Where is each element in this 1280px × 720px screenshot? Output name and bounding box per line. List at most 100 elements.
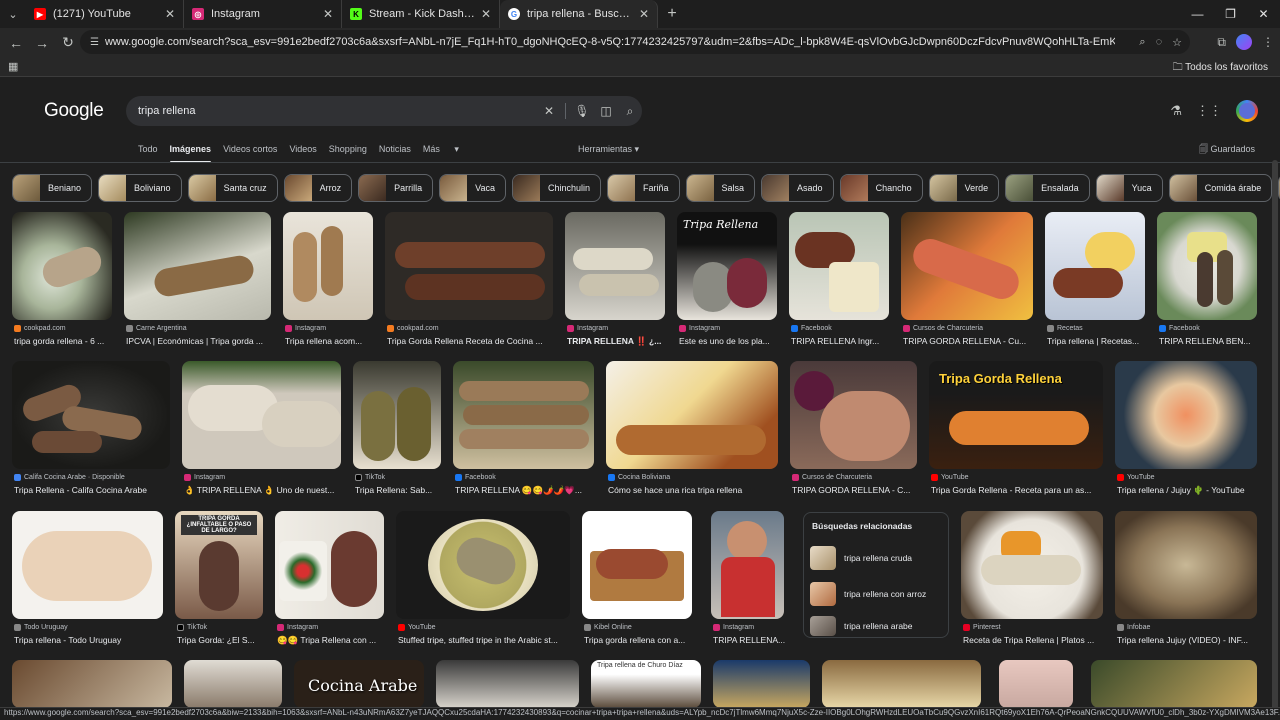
related-search-item[interactable]: tripa rellena cruda <box>808 544 946 572</box>
chip[interactable]: Vaca <box>439 174 506 202</box>
result-caption[interactable]: TRIPA RELLENA... <box>713 635 786 645</box>
chip[interactable]: Ensalada <box>1005 174 1090 202</box>
result-thumbnail[interactable] <box>1045 212 1145 320</box>
result-caption[interactable]: TRIPA GORDA RELLENA - Cu... <box>903 336 1035 346</box>
tab-instagram[interactable]: ◎ Instagram ✕ <box>184 0 342 28</box>
close-window-button[interactable]: ✕ <box>1247 0 1280 28</box>
result-thumbnail[interactable]: Tripa Gorda Rellena <box>929 361 1103 469</box>
result-thumbnail[interactable] <box>1157 212 1257 320</box>
result-thumbnail[interactable] <box>436 660 579 708</box>
lens-icon[interactable]: ◫ <box>594 104 618 118</box>
tab-mas[interactable]: Más ▾ <box>423 144 459 155</box>
result-thumbnail[interactable]: TRIPA GORDA ¿INFALTABLE O PASO DE LARGO? <box>175 511 263 619</box>
result-source[interactable]: Instagram <box>567 325 608 332</box>
result-thumbnail[interactable] <box>275 511 384 619</box>
result-thumbnail[interactable] <box>901 212 1033 320</box>
scrollbar[interactable] <box>1272 160 1278 708</box>
search-icon[interactable]: ⌕ <box>618 104 642 119</box>
tab-videos-cortos[interactable]: Videos cortos <box>223 144 277 155</box>
result-caption[interactable]: Tripa rellena / Jujuy 🌵 - YouTube <box>1117 485 1259 496</box>
result-thumbnail[interactable] <box>606 361 778 469</box>
result-source[interactable]: YouTube <box>398 624 436 631</box>
google-logo[interactable]: Google <box>44 100 104 122</box>
zoom-icon[interactable]: ⌕ <box>1139 36 1145 49</box>
result-source[interactable]: Califa Cocina Arabe · Disponible <box>14 474 125 481</box>
chip[interactable]: Chancho <box>839 174 923 202</box>
result-source[interactable]: Instagram <box>679 325 720 332</box>
result-thumbnail[interactable] <box>789 212 889 320</box>
result-source[interactable]: cookpad.com <box>14 325 66 332</box>
new-tab-button[interactable]: + <box>658 5 686 23</box>
result-caption[interactable]: Tripa Rellena - Califa Cocina Arabe <box>14 485 172 495</box>
result-source[interactable]: Facebook <box>455 474 496 481</box>
star-icon[interactable]: ☆ <box>1172 36 1182 49</box>
result-thumbnail[interactable] <box>822 660 981 708</box>
result-thumbnail[interactable] <box>396 511 570 619</box>
result-thumbnail[interactable] <box>353 361 441 469</box>
tab-todo[interactable]: Todo <box>138 144 158 155</box>
chip[interactable]: Beniano <box>12 174 93 202</box>
result-source[interactable]: Kibel Online <box>584 624 632 631</box>
result-source[interactable]: YouTube <box>1117 474 1155 481</box>
result-source[interactable]: Pinterest <box>963 624 1001 631</box>
chip[interactable]: Verde <box>928 174 1000 202</box>
tab-noticias[interactable]: Noticias <box>379 144 411 155</box>
tab-shopping[interactable]: Shopping <box>329 144 367 155</box>
result-thumbnail[interactable] <box>12 361 170 469</box>
clear-icon[interactable]: ✕ <box>537 104 561 118</box>
result-source[interactable]: Instagram <box>713 624 754 631</box>
site-info-icon[interactable]: ☰ <box>90 37 99 48</box>
result-source[interactable]: YouTube <box>931 474 969 481</box>
close-icon[interactable]: ✕ <box>481 7 491 21</box>
result-thumbnail[interactable] <box>565 212 665 320</box>
result-caption[interactable]: tripa gorda rellena - 6 ... <box>14 336 114 346</box>
address-bar[interactable]: ☰ www.google.com/search?sca_esv=991e2bed… <box>80 30 1190 54</box>
result-thumbnail[interactable] <box>453 361 594 469</box>
result-thumbnail[interactable] <box>385 212 553 320</box>
chip[interactable]: Santa cruz <box>187 174 278 202</box>
result-source[interactable]: Cursos de Charcuteria <box>792 474 872 481</box>
close-icon[interactable]: ✕ <box>323 7 333 21</box>
tab-youtube[interactable]: ▶ (1271) YouTube ✕ <box>26 0 184 28</box>
result-caption[interactable]: Tripa Gorda: ¿El S... <box>177 635 265 645</box>
tab-imagenes[interactable]: Imágenes <box>169 144 211 163</box>
result-thumbnail[interactable] <box>790 361 917 469</box>
result-source[interactable]: cookpad.com <box>387 325 439 332</box>
result-caption[interactable]: Cómo se hace una rica tripa rellena <box>608 485 780 495</box>
result-thumbnail[interactable]: Tripa Rellena <box>677 212 777 320</box>
result-caption[interactable]: Tripa Rellena: Sab... <box>355 485 443 495</box>
result-source[interactable]: Recetas <box>1047 325 1083 332</box>
result-thumbnail[interactable] <box>961 511 1103 619</box>
result-thumbnail[interactable] <box>1115 361 1257 469</box>
result-caption[interactable]: Tripa rellena acom... <box>285 336 375 346</box>
all-bookmarks[interactable]: 🗀 Todos los favoritos <box>1173 60 1268 77</box>
result-thumbnail[interactable] <box>1115 511 1257 619</box>
tab-kick[interactable]: K Stream - Kick Dashboard ✕ <box>342 0 500 28</box>
forward-button[interactable]: → <box>30 31 54 55</box>
chip[interactable]: Boliviano <box>98 174 182 202</box>
result-source[interactable]: Carne Argentina <box>126 325 187 332</box>
apps-icon[interactable]: ⋮⋮ <box>1196 103 1222 119</box>
result-caption[interactable]: Tripa Gorda Rellena - Receta para un as.… <box>931 485 1105 495</box>
chip[interactable]: Salsa <box>685 174 756 202</box>
menu-icon[interactable]: ⋮ <box>1262 35 1274 49</box>
chip[interactable]: Yuca <box>1095 174 1163 202</box>
result-source[interactable]: Cocina Boliviana <box>608 474 670 481</box>
result-caption[interactable]: Stuffed tripe, stuffed tripe in the Arab… <box>398 635 572 645</box>
result-caption[interactable]: Tripa rellena | Recetas... <box>1047 336 1147 346</box>
result-thumbnail[interactable] <box>182 361 341 469</box>
related-search-item[interactable]: tripa rellena con arroz <box>808 580 946 608</box>
search-input[interactable]: tripa rellena <box>138 105 537 117</box>
result-caption[interactable]: Tripa rellena - Todo Uruguay <box>14 635 165 645</box>
tab-videos[interactable]: Videos <box>289 144 316 155</box>
back-button[interactable]: ← <box>4 31 28 55</box>
tab-google[interactable]: G tripa rellena - Buscar con Goog ✕ <box>500 0 658 28</box>
result-source[interactable]: Instagram <box>277 624 318 631</box>
tools-button[interactable]: Herramientas ▾ <box>578 144 639 155</box>
result-thumbnail[interactable]: Cocina Arabe <box>294 660 424 708</box>
result-source[interactable]: Todo Uruguay <box>14 624 68 631</box>
result-thumbnail[interactable]: Tripa rellena de Churo Díaz <box>591 660 701 708</box>
tab-search-icon[interactable]: ⌄ <box>0 0 26 28</box>
result-thumbnail[interactable] <box>582 511 692 619</box>
result-thumbnail[interactable] <box>1091 660 1257 708</box>
